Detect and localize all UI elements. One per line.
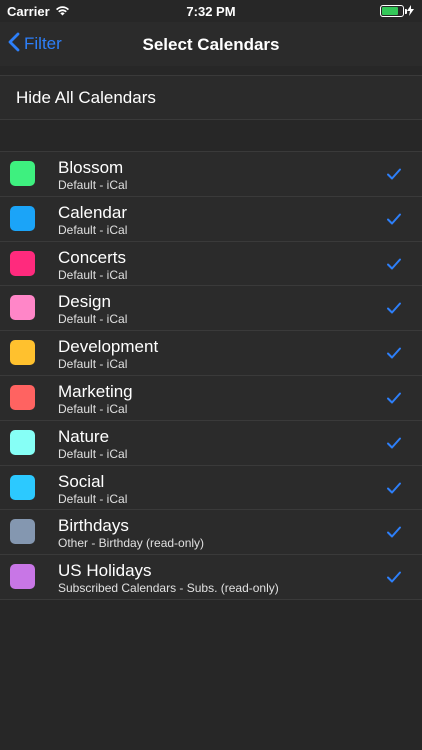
calendar-detail: Default - iCal: [58, 446, 128, 461]
section-spacer: [0, 121, 422, 151]
calendar-detail: Default - iCal: [58, 222, 128, 237]
calendar-name: Marketing: [58, 381, 133, 401]
calendar-row-development[interactable]: Development Default - iCal: [0, 331, 422, 376]
navigation-bar: Filter Select Calendars: [0, 22, 422, 66]
calendar-color-swatch: [10, 384, 35, 410]
calendar-name: US Holidays: [58, 561, 152, 581]
hide-all-calendars-button[interactable]: Hide All Calendars: [0, 76, 422, 120]
calendar-detail: Default - iCal: [58, 178, 128, 192]
calendar-name: Design: [58, 292, 111, 312]
calendar-row-concerts[interactable]: Concerts Default - iCal: [0, 241, 422, 287]
calendar-name: Blossom: [58, 158, 124, 177]
calendar-color-swatch: [10, 519, 35, 545]
checkmark-icon: [387, 392, 401, 404]
calendar-color-swatch: [10, 564, 35, 590]
calendar-name: Nature: [58, 426, 110, 446]
calendar-detail: Subscribed Calendars - Subs. (read-only): [58, 581, 279, 596]
calendar-detail: Default - iCal: [58, 357, 128, 372]
calendar-row-us-holidays[interactable]: US Holidays Subscribed Calendars - Subs.…: [0, 555, 422, 600]
checkmark-icon: [387, 347, 401, 359]
checkmark-icon: [387, 482, 401, 494]
calendar-row-birthdays[interactable]: Birthdays Other - Birthday (read-only): [0, 510, 422, 556]
checkmark-icon: [387, 213, 401, 225]
calendar-color-swatch: [10, 429, 35, 455]
checkmark-icon: [387, 571, 401, 583]
calendar-name: Social: [58, 471, 105, 491]
calendar-detail: Default - iCal: [58, 401, 128, 416]
checkmark-icon: [387, 302, 401, 314]
hide-all-calendars-label: Hide All Calendars: [16, 87, 156, 107]
calendar-row-nature[interactable]: Nature Default - iCal: [0, 420, 422, 466]
calendar-color-swatch: [10, 474, 35, 500]
calendar-row-design[interactable]: Design Default - iCal: [0, 286, 422, 332]
calendar-name: Birthdays: [58, 516, 129, 536]
battery-icon: [380, 5, 407, 17]
calendar-color-swatch: [10, 340, 35, 366]
status-bar: Carrier 7:32 PM: [0, 0, 422, 22]
checkmark-icon: [387, 526, 401, 538]
calendar-name: Calendar: [58, 202, 127, 222]
calendar-detail: Default - iCal: [58, 312, 128, 327]
calendar-name: Concerts: [58, 247, 127, 267]
page-title: Select Calendars: [142, 35, 280, 54]
calendar-color-swatch: [10, 205, 35, 231]
calendar-row-calendar[interactable]: Calendar Default - iCal: [0, 196, 422, 242]
calendar-row-blossom[interactable]: Blossom Default - iCal: [0, 152, 422, 197]
calendar-list: Blossom Default - iCal Calendar Default …: [0, 151, 422, 600]
calendar-color-swatch: [10, 161, 35, 186]
calendar-detail: Other - Birthday (read-only): [58, 536, 205, 551]
calendar-name: Development: [58, 337, 159, 357]
checkmark-icon: [387, 258, 401, 270]
checkmark-icon: [387, 168, 401, 180]
status-time: 7:32 PM: [186, 4, 236, 19]
calendar-color-swatch: [10, 295, 35, 321]
calendar-row-marketing[interactable]: Marketing Default - iCal: [0, 375, 422, 421]
calendar-color-swatch: [10, 250, 35, 276]
calendar-row-social[interactable]: Social Default - iCal: [0, 465, 422, 511]
calendar-detail: Default - iCal: [58, 491, 128, 506]
calendar-detail: Default - iCal: [58, 267, 128, 282]
checkmark-icon: [387, 437, 401, 449]
